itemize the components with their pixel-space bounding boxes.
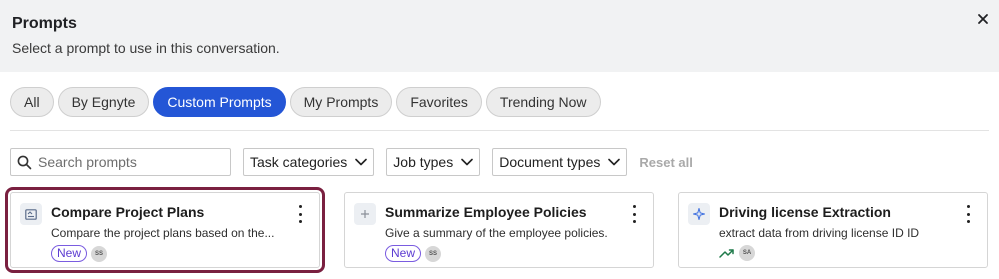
- job-types-label: Job types: [393, 154, 454, 170]
- card-description: Compare the project plans based on the..…: [51, 226, 275, 240]
- chevron-down-icon: [355, 158, 368, 166]
- tab-all[interactable]: All: [10, 87, 54, 117]
- search-input[interactable]: [38, 154, 218, 170]
- divider: [10, 130, 989, 131]
- dialog-body: All By Egnyte Custom Prompts My Prompts …: [0, 72, 999, 279]
- avatar: SS: [425, 245, 442, 262]
- close-button[interactable]: [972, 8, 994, 30]
- card-title: Driving license Extraction: [719, 204, 891, 220]
- dialog-title: Prompts: [12, 15, 77, 32]
- new-badge: New: [51, 245, 88, 262]
- prompt-card-compare-project-plans[interactable]: Compare Project Plans Compare the projec…: [5, 187, 325, 273]
- search-icon: [17, 155, 32, 169]
- avatar: SS: [91, 245, 108, 262]
- card-footer: New SS: [385, 245, 442, 262]
- card-description: Give a summary of the employee policies.: [385, 226, 608, 240]
- card-footer: SA: [719, 245, 755, 261]
- close-icon: [978, 14, 988, 24]
- prompt-tabs: All By Egnyte Custom Prompts My Prompts …: [10, 87, 601, 117]
- prompt-card-summarize-employee-policies[interactable]: Summarize Employee Policies Give a summa…: [344, 192, 654, 268]
- chevron-down-icon: [461, 158, 474, 166]
- tab-by-egnyte[interactable]: By Egnyte: [57, 87, 150, 117]
- dialog-header: Prompts Select a prompt to use in this c…: [0, 0, 999, 72]
- more-options-icon[interactable]: [629, 205, 639, 223]
- card-title: Compare Project Plans: [51, 204, 205, 220]
- new-badge: New: [385, 245, 422, 262]
- tab-my-prompts[interactable]: My Prompts: [289, 87, 393, 117]
- task-categories-label: Task categories: [250, 154, 348, 170]
- prompt-card-driving-license-extraction[interactable]: Driving license Extraction extract data …: [678, 192, 988, 268]
- trending-up-icon: [719, 247, 735, 259]
- sparkle-icon: [688, 203, 710, 225]
- reset-all-button[interactable]: Reset all: [639, 155, 692, 170]
- more-options-icon[interactable]: [295, 205, 305, 223]
- document-types-dropdown[interactable]: Document types: [492, 148, 628, 176]
- job-types-dropdown[interactable]: Job types: [386, 148, 481, 176]
- chevron-down-icon: [608, 158, 621, 166]
- document-types-label: Document types: [499, 154, 601, 170]
- tab-custom-prompts[interactable]: Custom Prompts: [153, 87, 286, 117]
- avatar: SA: [739, 245, 755, 261]
- prompt-card-list: Compare Project Plans Compare the projec…: [0, 187, 999, 273]
- more-options-icon[interactable]: [963, 205, 973, 223]
- task-categories-dropdown[interactable]: Task categories: [243, 148, 375, 176]
- search-box: [10, 148, 231, 176]
- tab-trending-now[interactable]: Trending Now: [485, 87, 601, 117]
- dialog-subtitle: Select a prompt to use in this conversat…: [12, 40, 280, 56]
- document-compare-icon: [20, 203, 42, 225]
- card-footer: New SS: [51, 245, 108, 262]
- card-description: extract data from driving license ID ID: [719, 226, 920, 240]
- plus-icon: [354, 203, 376, 225]
- tab-favorites[interactable]: Favorites: [396, 87, 482, 117]
- card-title: Summarize Employee Policies: [385, 204, 587, 220]
- filter-bar: Task categories Job types Document types…: [10, 148, 693, 176]
